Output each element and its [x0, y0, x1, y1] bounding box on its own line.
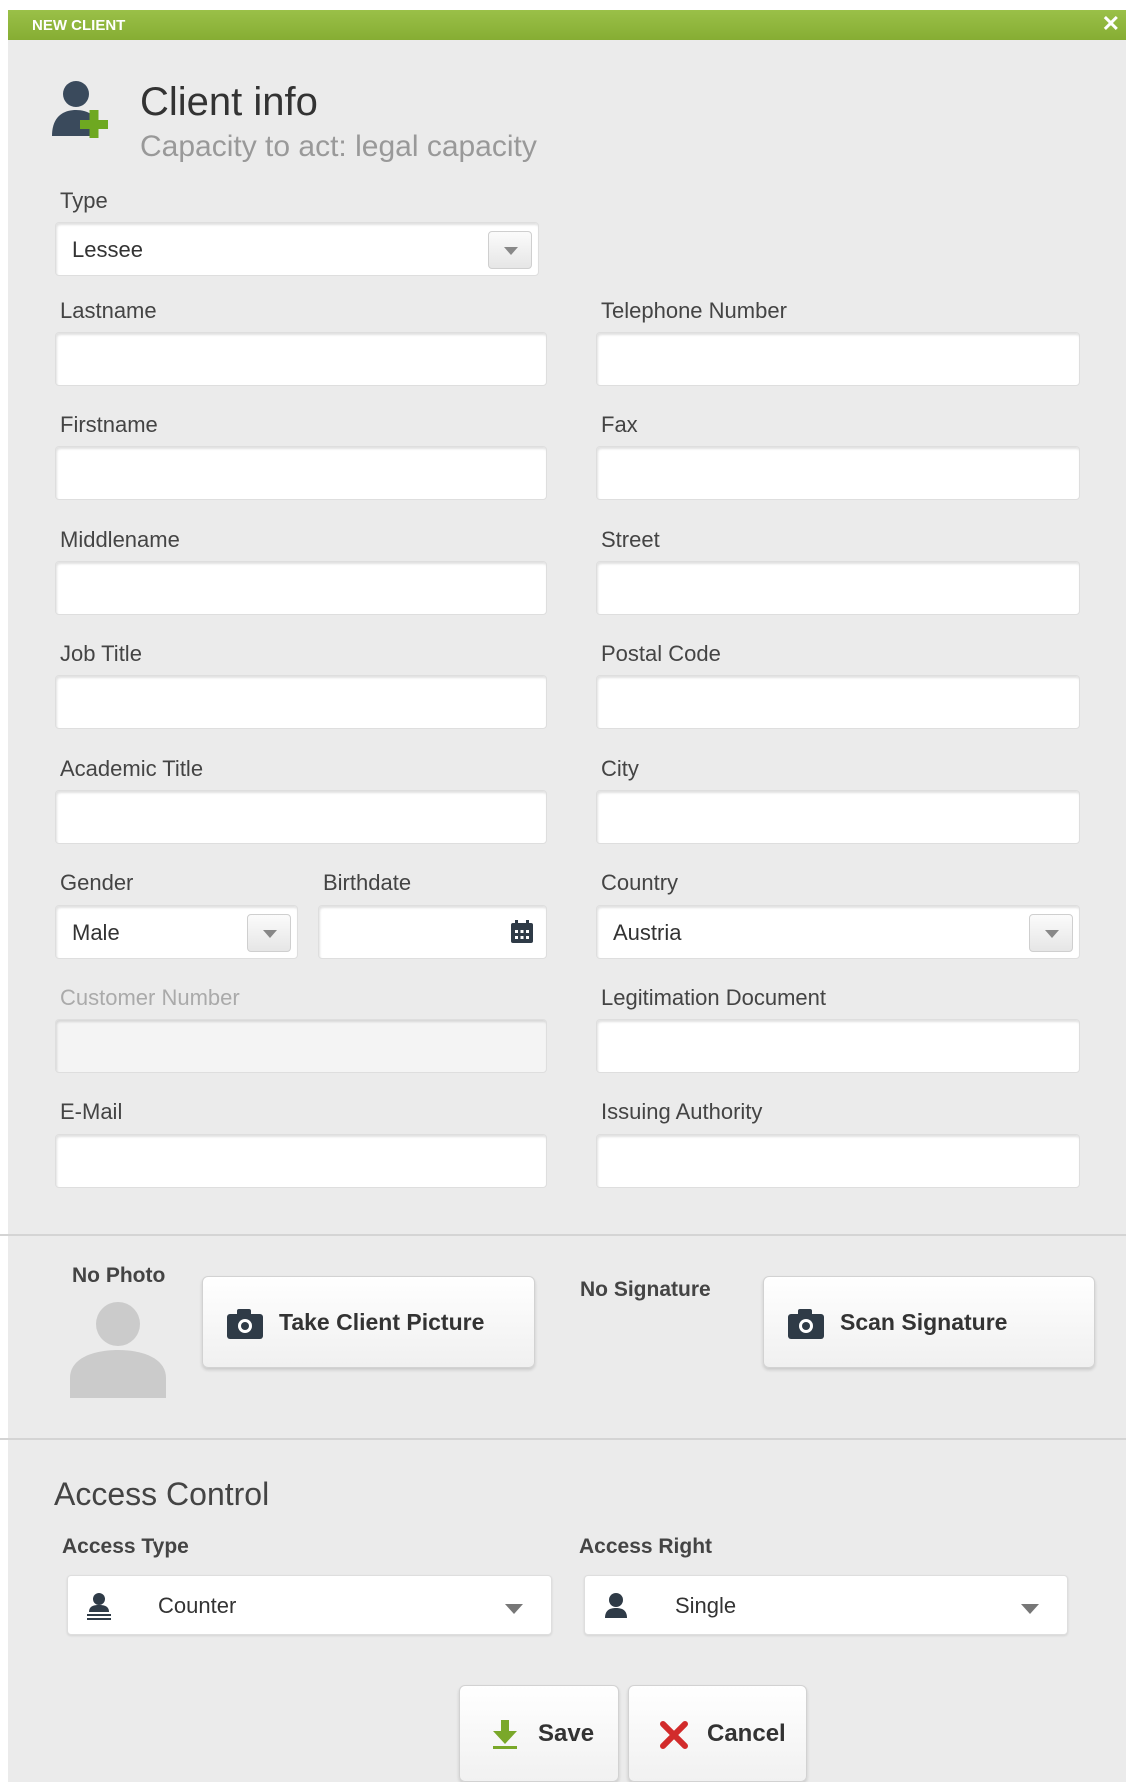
postal-code-input[interactable]: [597, 676, 1079, 728]
camera-icon: [788, 1309, 824, 1339]
middlename-field[interactable]: [55, 561, 547, 615]
calendar-icon[interactable]: [510, 920, 534, 944]
save-button[interactable]: Save: [459, 1685, 619, 1782]
page-subtitle: Capacity to act: legal capacity: [140, 130, 537, 163]
dialog-title: NEW CLIENT: [32, 17, 126, 34]
type-select[interactable]: Lessee: [55, 222, 539, 276]
street-field[interactable]: [596, 561, 1080, 615]
lastname-input[interactable]: [56, 333, 546, 385]
signature-status: No Signature: [580, 1278, 711, 1301]
email-input[interactable]: [56, 1135, 546, 1187]
street-label: Street: [601, 527, 660, 552]
avatar-placeholder-icon: [70, 1302, 166, 1398]
type-label: Type: [60, 188, 108, 213]
academic-title-input[interactable]: [56, 791, 546, 843]
fax-input[interactable]: [597, 447, 1079, 499]
legitimation-document-field[interactable]: [596, 1019, 1080, 1073]
city-input[interactable]: [597, 791, 1079, 843]
city-field[interactable]: [596, 790, 1080, 844]
take-client-picture-label: Take Client Picture: [279, 1309, 485, 1335]
section-divider: [0, 1438, 1126, 1440]
add-user-icon: [52, 81, 108, 138]
country-label: Country: [601, 870, 679, 895]
postal-code-field[interactable]: [596, 675, 1080, 729]
close-icon[interactable]: ✕: [1102, 12, 1120, 36]
firstname-input[interactable]: [56, 447, 546, 499]
email-label: E-Mail: [60, 1099, 123, 1124]
academic-title-field[interactable]: [55, 790, 547, 844]
email-field[interactable]: [55, 1134, 547, 1188]
issuing-authority-label: Issuing Authority: [601, 1099, 763, 1124]
chevron-down-icon[interactable]: [488, 231, 532, 269]
access-type-select[interactable]: Counter: [67, 1575, 552, 1635]
chevron-down-icon[interactable]: [247, 914, 291, 952]
legitimation-document-input[interactable]: [597, 1020, 1079, 1072]
job-title-label: Job Title: [60, 641, 142, 666]
close-icon: [660, 1721, 688, 1749]
legitimation-document-label: Legitimation Document: [601, 985, 827, 1010]
issuing-authority-field[interactable]: [596, 1134, 1080, 1188]
birthdate-label: Birthdate: [323, 870, 412, 895]
country-value: Austria: [613, 920, 682, 945]
chevron-down-icon: [505, 1604, 523, 1614]
firstname-field[interactable]: [55, 446, 547, 500]
gender-select[interactable]: Male: [55, 905, 298, 959]
customer-number-label: Customer Number: [60, 985, 240, 1010]
chevron-down-icon[interactable]: [1029, 914, 1073, 952]
lastname-label: Lastname: [60, 298, 157, 323]
job-title-input[interactable]: [56, 676, 546, 728]
scan-signature-button[interactable]: Scan Signature: [763, 1276, 1095, 1368]
access-type-value: Counter: [158, 1593, 237, 1618]
download-arrow-icon: [493, 1720, 517, 1749]
telephone-input[interactable]: [597, 333, 1079, 385]
cancel-button[interactable]: Cancel: [628, 1685, 807, 1782]
job-title-field[interactable]: [55, 675, 547, 729]
telephone-field[interactable]: [596, 332, 1080, 386]
user-icon: [605, 1593, 627, 1618]
middlename-label: Middlename: [60, 527, 180, 552]
telephone-label: Telephone Number: [601, 298, 787, 323]
scan-signature-label: Scan Signature: [840, 1309, 1008, 1335]
academic-title-label: Academic Title: [60, 756, 204, 781]
fax-field[interactable]: [596, 446, 1080, 500]
access-right-select[interactable]: Single: [584, 1575, 1068, 1635]
gender-value: Male: [72, 920, 120, 945]
page-title: Client info: [140, 80, 318, 124]
middlename-input[interactable]: [56, 562, 546, 614]
fax-label: Fax: [601, 412, 638, 437]
chevron-down-icon: [1021, 1604, 1039, 1614]
photo-status: No Photo: [72, 1264, 166, 1287]
section-divider: [0, 1234, 1126, 1236]
access-control-title: Access Control: [54, 1476, 270, 1512]
camera-icon: [227, 1309, 263, 1339]
dialog-titlebar: NEW CLIENT ✕: [8, 10, 1126, 40]
type-value: Lessee: [72, 237, 143, 262]
firstname-label: Firstname: [60, 412, 158, 437]
street-input[interactable]: [597, 562, 1079, 614]
gender-label: Gender: [60, 870, 134, 895]
access-right-value: Single: [675, 1593, 737, 1618]
customer-number-field: [55, 1019, 547, 1073]
postal-code-label: Postal Code: [601, 641, 721, 666]
customer-number-input: [56, 1020, 546, 1072]
cancel-label: Cancel: [707, 1720, 786, 1747]
access-type-label: Access Type: [62, 1535, 189, 1558]
birthdate-field[interactable]: [318, 905, 547, 959]
lastname-field[interactable]: [55, 332, 547, 386]
take-client-picture-button[interactable]: Take Client Picture: [202, 1276, 535, 1368]
country-select[interactable]: Austria: [596, 905, 1080, 959]
save-label: Save: [538, 1720, 595, 1747]
issuing-authority-input[interactable]: [597, 1135, 1079, 1187]
city-label: City: [601, 756, 639, 781]
access-right-label: Access Right: [579, 1535, 713, 1558]
user-counter-icon: [87, 1593, 111, 1620]
